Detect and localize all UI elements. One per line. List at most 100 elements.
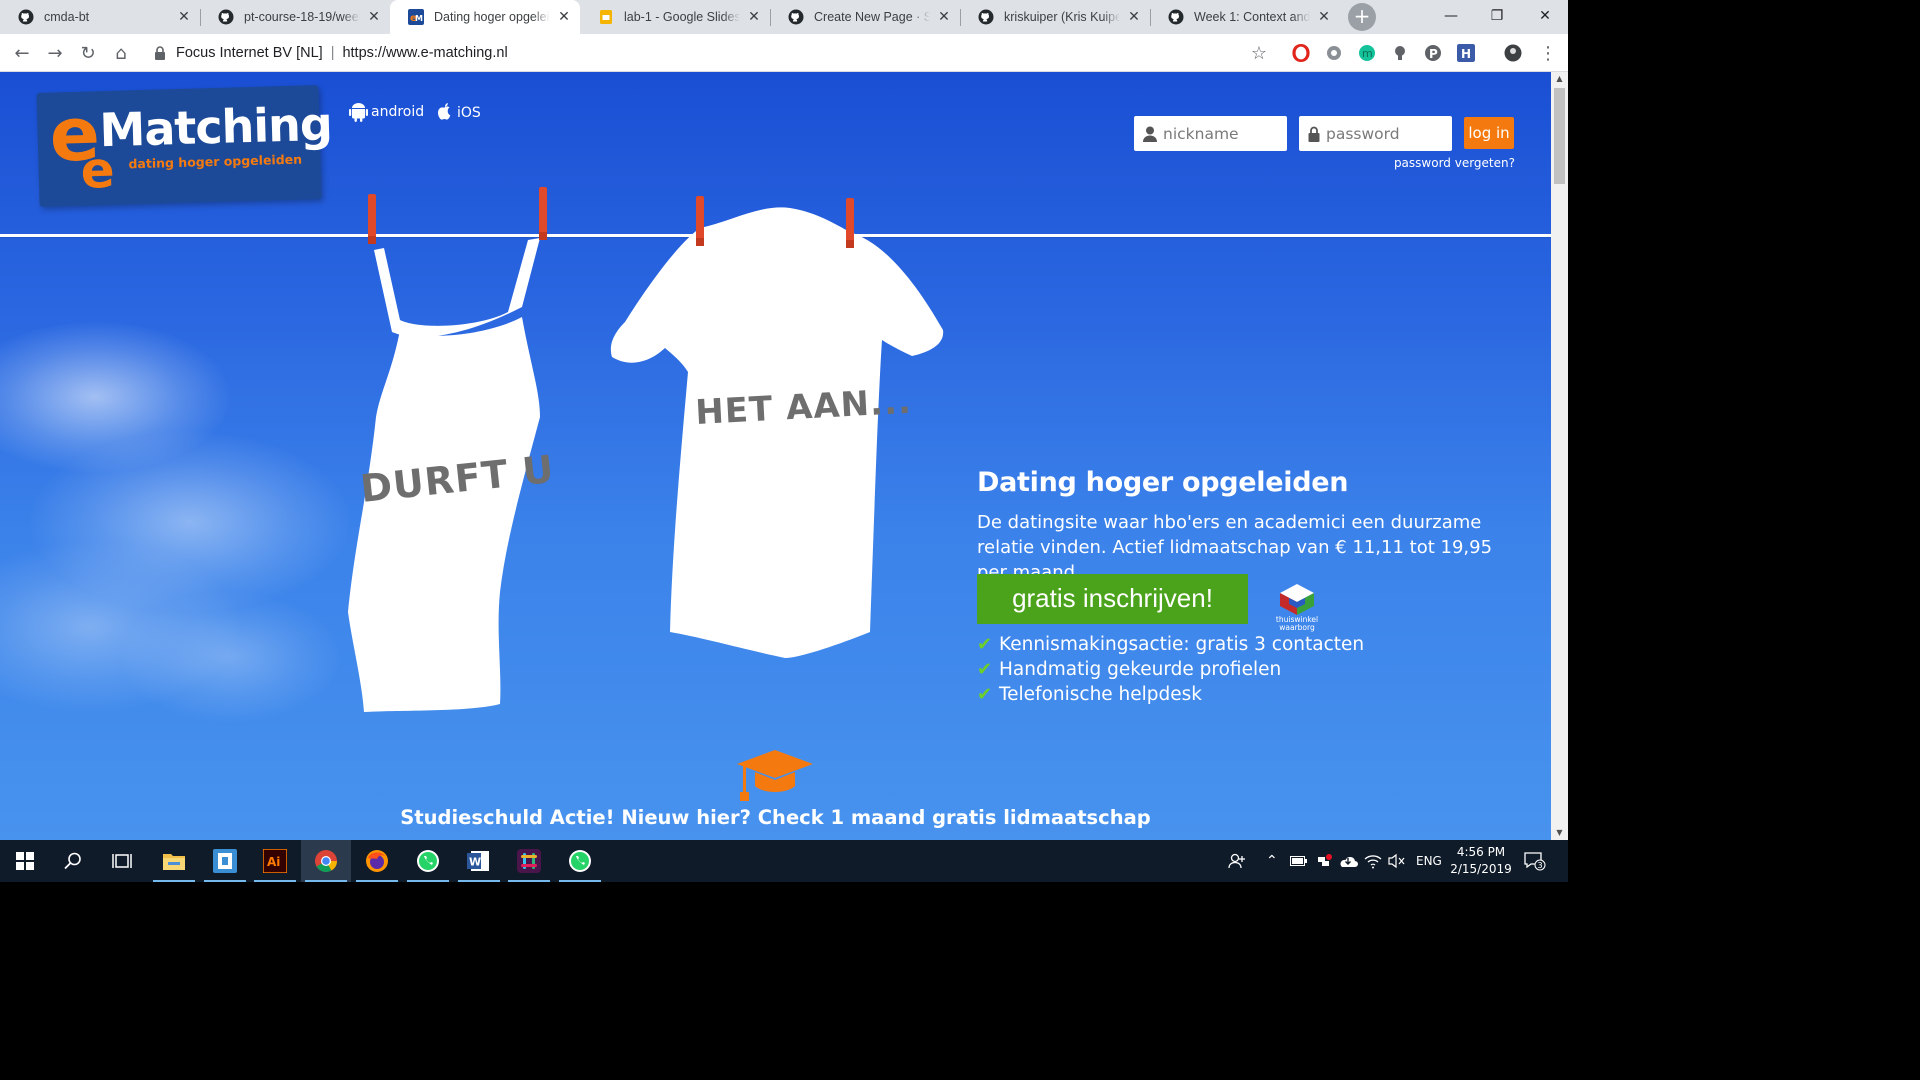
whatsapp-icon[interactable] (555, 840, 605, 882)
scroll-up-icon[interactable]: ▲ (1551, 72, 1568, 86)
list-item: ✔ Kennismakingsactie: gratis 3 contacten (977, 632, 1364, 657)
github-icon (218, 9, 234, 25)
ematching-favicon: eM (408, 9, 424, 25)
forward-button[interactable]: → (42, 40, 68, 66)
clothesline-illustration: DURFT U HET AAN... (348, 187, 944, 712)
badge-label: thuiswinkel waarborg (1275, 615, 1319, 632)
profile-avatar-icon[interactable] (1504, 44, 1522, 62)
pinterest-icon[interactable]: P (1424, 44, 1442, 62)
onedrive-icon[interactable] (1338, 840, 1358, 882)
back-button[interactable]: ← (9, 40, 35, 66)
url-text: https://www.e-matching.nl (342, 45, 508, 61)
task-view-icon[interactable] (97, 840, 147, 882)
tab-strip: cmda-bt ✕ pt-course-18-19/week ✕ eM Dati… (0, 0, 1568, 34)
firefox-icon[interactable] (352, 840, 402, 882)
word-icon[interactable]: W (454, 840, 504, 882)
close-icon[interactable]: ✕ (1316, 9, 1332, 25)
close-icon[interactable]: ✕ (176, 9, 192, 25)
promo-link[interactable]: Studieschuld Actie! Nieuw hier? Check 1 … (0, 806, 1551, 829)
list-item-text: Telefonische helpdesk (999, 684, 1203, 705)
google-slides-icon (598, 9, 614, 25)
show-hidden-icons-icon[interactable]: ⌃ (1266, 840, 1278, 882)
tab-pt-course[interactable]: pt-course-18-19/week ✕ (200, 0, 390, 34)
tab-title: Dating hoger opgeleid (434, 10, 550, 24)
close-icon[interactable]: ✕ (366, 9, 382, 25)
illustrator-label: Ai (267, 855, 280, 869)
opera-icon[interactable] (1292, 44, 1310, 62)
whatsapp-icon[interactable] (403, 840, 453, 882)
page-scrollbar[interactable]: ▲ ▼ (1551, 72, 1568, 840)
checkmark-icon: ✔ (977, 684, 993, 705)
tab-google-slides[interactable]: lab-1 - Google Slides ✕ (580, 0, 770, 34)
settings-gear-icon[interactable] (1325, 44, 1343, 62)
battery-icon[interactable] (1290, 840, 1308, 882)
bookmark-star-icon[interactable]: ☆ (1246, 40, 1272, 66)
system-clock[interactable]: 4:56 PM 2/15/2019 (1448, 844, 1514, 878)
address-bar[interactable]: Focus Internet BV [NL] | https://www.e-m… (146, 39, 1281, 67)
illustrator-icon[interactable]: Ai (250, 840, 300, 882)
file-explorer-icon[interactable] (149, 840, 199, 882)
new-tab-button[interactable]: + (1348, 3, 1376, 31)
scroll-thumb[interactable] (1554, 88, 1565, 184)
tab-cmda-bt[interactable]: cmda-bt ✕ (0, 0, 200, 34)
restore-button[interactable]: ❐ (1474, 0, 1520, 34)
github-icon (1168, 9, 1184, 25)
tab-title: Week 1: Context and u (1194, 10, 1310, 24)
people-icon[interactable] (1228, 840, 1246, 882)
lightbulb-icon[interactable] (1391, 44, 1409, 62)
graduation-cap-icon (737, 750, 813, 801)
close-icon[interactable]: ✕ (1126, 9, 1142, 25)
lock-icon (154, 46, 166, 60)
clothespin (696, 196, 704, 246)
search-icon[interactable] (48, 840, 98, 882)
svg-text:m: m (1362, 47, 1373, 60)
close-icon[interactable]: ✕ (556, 9, 572, 25)
chrome-icon[interactable] (301, 840, 351, 882)
close-icon[interactable]: ✕ (746, 9, 762, 25)
benefit-list: ✔ Kennismakingsactie: gratis 3 contacten … (977, 632, 1364, 707)
clock-date: 2/15/2019 (1450, 862, 1512, 876)
tab-week-1[interactable]: Week 1: Context and u ✕ (1150, 0, 1340, 34)
tab-title: cmda-bt (44, 10, 90, 24)
github-icon (18, 9, 34, 25)
list-item: ✔ Telefonische helpdesk (977, 682, 1364, 707)
tab-title: kriskuiper (Kris Kuiper) (1004, 10, 1120, 24)
minimize-button[interactable]: — (1428, 0, 1474, 34)
wifi-icon[interactable] (1364, 840, 1382, 882)
grammarly-icon[interactable]: m (1358, 44, 1376, 62)
reload-button[interactable]: ↻ (75, 40, 101, 66)
checkmark-icon: ✔ (977, 634, 993, 655)
language-indicator[interactable]: ENG (1416, 840, 1442, 882)
app-icon[interactable] (200, 840, 250, 882)
thuiswinkel-logo-icon (1280, 584, 1314, 615)
network-error-icon[interactable] (1316, 840, 1332, 882)
tab-kriskuiper[interactable]: kriskuiper (Kris Kuiper) ✕ (960, 0, 1150, 34)
scroll-down-icon[interactable]: ▼ (1551, 826, 1568, 840)
tab-ematching[interactable]: eM Dating hoger opgeleid ✕ (390, 0, 580, 34)
slack-icon[interactable] (504, 840, 554, 882)
action-center-icon[interactable]: 3 (1524, 840, 1546, 882)
volume-muted-icon[interactable] (1388, 840, 1406, 882)
signup-button[interactable]: gratis inschrijven! (977, 574, 1248, 624)
clock-time: 4:56 PM (1456, 845, 1506, 859)
list-item-text: Handmatig gekeurde profielen (999, 659, 1282, 680)
window-close-button[interactable]: ✕ (1522, 0, 1568, 34)
tab-title: lab-1 - Google Slides (624, 10, 740, 24)
home-button[interactable]: ⌂ (108, 40, 134, 66)
ematching-page: e e Matching dating hoger opgeleiden and… (0, 72, 1551, 840)
github-icon (788, 9, 804, 25)
thuiswinkel-badge[interactable]: thuiswinkel waarborg (1271, 582, 1323, 632)
hero-title: Dating hoger opgeleiden (977, 467, 1349, 498)
windows-taskbar: Ai W ⌃ ENG 4:56 PM 2/15/2019 3 (0, 840, 1568, 882)
clothespin (368, 194, 376, 244)
windows-start-icon[interactable] (0, 840, 50, 882)
svg-text:P: P (1429, 47, 1438, 61)
close-icon[interactable]: ✕ (936, 9, 952, 25)
svg-text:M: M (415, 14, 423, 23)
h-extension-icon[interactable]: H (1457, 44, 1475, 62)
site-identity: Focus Internet BV [NL] (176, 45, 323, 61)
chrome-menu-icon[interactable]: ⋮ (1535, 40, 1561, 66)
clothespin (846, 198, 854, 248)
tab-create-new-page[interactable]: Create New Page · Sajj ✕ (770, 0, 960, 34)
list-item: ✔ Handmatig gekeurde profielen (977, 657, 1364, 682)
